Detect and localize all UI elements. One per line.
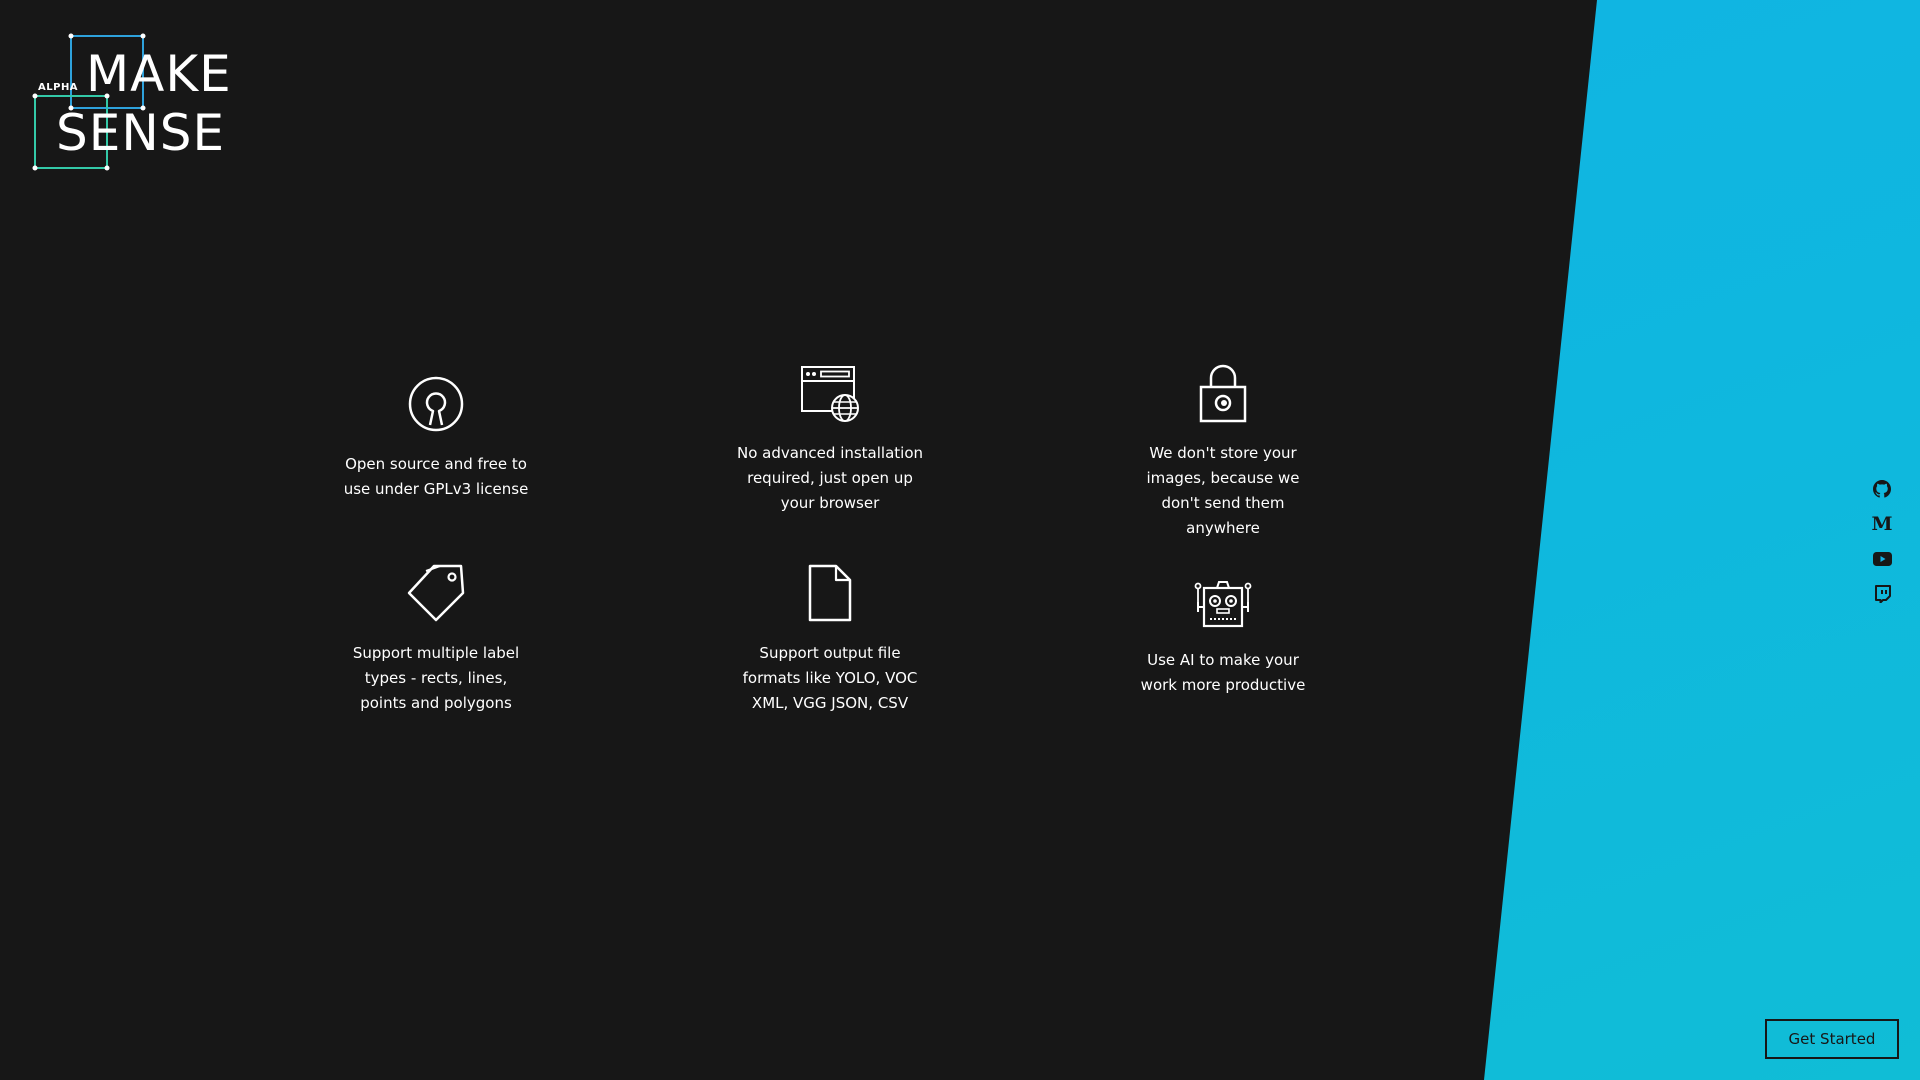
feature-text: No advanced installation required, just … — [736, 444, 924, 512]
feature-output-formats: Support output file formats like YOLO, V… — [715, 563, 945, 716]
landing-page: ALPHA MAKE SENSE Open source and free to… — [0, 0, 1920, 1080]
logo-text-sense: SENSE — [56, 104, 226, 162]
twitch-icon[interactable] — [1869, 581, 1895, 607]
app-logo: ALPHA MAKE SENSE — [32, 32, 232, 174]
label-tags-icon — [406, 563, 466, 623]
github-icon[interactable] — [1869, 476, 1895, 502]
feature-label-types: Support multiple label types - rects, li… — [321, 563, 551, 716]
lock-icon — [1198, 363, 1248, 423]
feature-open-source: Open source and free to use under GPLv3 … — [321, 374, 551, 502]
file-icon — [806, 563, 854, 623]
get-started-button[interactable]: Get Started — [1765, 1019, 1899, 1059]
feature-text: Support output file formats like YOLO, V… — [742, 644, 918, 712]
browser-globe-icon — [799, 363, 861, 423]
feature-no-install: No advanced installation required, just … — [715, 363, 945, 516]
medium-glyph: M — [1871, 513, 1893, 535]
robot-icon — [1194, 578, 1252, 630]
open-source-icon — [406, 374, 466, 434]
feature-text: We don't store your images, because we d… — [1146, 444, 1300, 537]
medium-icon[interactable]: M — [1869, 511, 1895, 537]
accent-panel — [1484, 0, 1920, 1080]
logo-alpha-badge: ALPHA — [38, 82, 79, 93]
feature-text: Use AI to make your work more productive — [1140, 651, 1306, 694]
youtube-icon[interactable] — [1869, 546, 1895, 572]
feature-text: Support multiple label types - rects, li… — [352, 644, 520, 712]
feature-ai: Use AI to make your work more productive — [1108, 578, 1338, 698]
social-links: M — [1869, 476, 1895, 616]
logo-text-make: MAKE — [86, 45, 232, 103]
feature-text: Open source and free to use under GPLv3 … — [343, 455, 529, 498]
feature-privacy: We don't store your images, because we d… — [1108, 363, 1338, 541]
